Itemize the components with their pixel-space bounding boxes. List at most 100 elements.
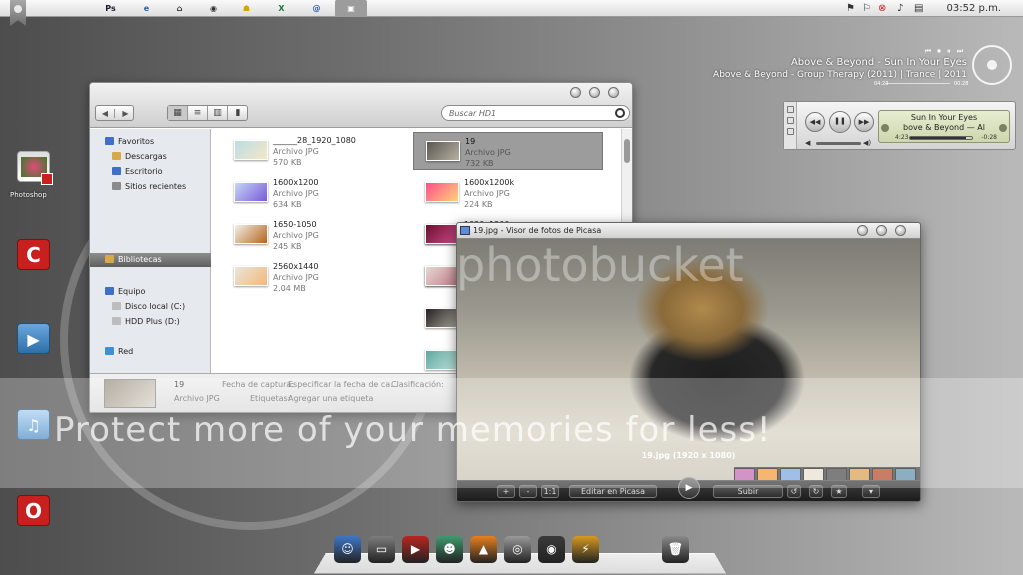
minimize-window-button[interactable] <box>570 87 581 98</box>
volume-slider[interactable] <box>816 142 861 145</box>
file-thumbnail <box>426 141 460 161</box>
scroll-thumb[interactable] <box>624 139 630 163</box>
now-playing-controls[interactable]: ⏮ ⏹ ⏸ ⏭ <box>925 47 965 56</box>
now-playing-elapsed: 04:23 <box>874 81 889 87</box>
sidebar-item-desktop[interactable]: Escritorio <box>112 167 163 176</box>
trash-dock-icon[interactable]: 🗑 <box>662 536 689 563</box>
file-size: 2.04 MB <box>273 284 306 293</box>
minimize-window-button[interactable] <box>857 225 868 236</box>
bookmark-tab-icon[interactable] <box>10 0 26 26</box>
excel-icon[interactable]: X <box>275 2 288 15</box>
computer-icon <box>105 287 114 295</box>
search-icon[interactable] <box>615 108 625 118</box>
file-item[interactable]: 2560x1440 Archivo JPG 2.04 MB <box>222 258 412 296</box>
now-playing-album: Above & Beyond - Group Therapy (2011) | … <box>713 70 967 80</box>
list-view-button[interactable]: ≡ <box>188 106 208 120</box>
hard-drive-icon <box>112 317 121 325</box>
library-icon <box>105 255 114 263</box>
file-kind: Archivo JPG <box>273 231 319 240</box>
sidebar-item-disk-d[interactable]: HDD Plus (D:) <box>112 317 180 326</box>
menu-bar: Ps e ⌂ ◉ ☗ X @ ▣ ⚑ ⚐ ⊗ ♪ ▤ 03:52 p.m. <box>0 0 1023 17</box>
next-button[interactable]: ▶▶ <box>854 112 874 132</box>
network-icon[interactable]: ⚐ <box>862 2 871 15</box>
minimize-icon[interactable] <box>787 117 794 124</box>
file-name: 2560x1440 <box>273 262 319 271</box>
chrome-icon[interactable]: ◉ <box>207 2 220 15</box>
file-size: 245 KB <box>273 242 302 251</box>
ccleaner-icon[interactable]: C <box>17 239 50 270</box>
youtube-dock-icon[interactable]: ▶ <box>402 536 429 563</box>
file-item[interactable]: ______28_1920_1080 Archivo JPG 570 KB <box>222 132 412 170</box>
back-button[interactable]: ◀ <box>96 109 115 118</box>
file-thumbnail <box>234 266 268 286</box>
mini-progress-bar[interactable] <box>909 136 973 140</box>
sidebar-item-computer[interactable]: Equipo <box>105 287 145 296</box>
mini-track-artist: bove & Beyond — Al <box>903 123 985 132</box>
search-input[interactable]: Buscar HD1 <box>441 105 630 121</box>
file-name: ______28_1920_1080 <box>273 136 356 145</box>
photoshop-icon[interactable]: Ps <box>104 2 117 15</box>
hdd-dock-icon[interactable]: ▭ <box>368 536 395 563</box>
photoshop-file-icon[interactable] <box>17 151 53 185</box>
close-window-button[interactable] <box>895 225 906 236</box>
mini-elapsed: 4:23 <box>895 134 909 141</box>
file-name: 1600x1200k <box>464 178 515 187</box>
email-icon[interactable]: @ <box>310 2 323 15</box>
desktop-icon <box>112 167 121 175</box>
maximize-window-button[interactable] <box>876 225 887 236</box>
close-icon[interactable] <box>787 106 794 113</box>
repeat-icon[interactable] <box>999 124 1007 132</box>
sidebar-item-recent[interactable]: Sitios recientes <box>112 182 186 191</box>
vinyl-disc-icon <box>972 45 1012 85</box>
finder-dock-icon[interactable]: ☺ <box>334 536 361 563</box>
flag-icon[interactable]: ⚑ <box>846 2 855 15</box>
file-thumbnail <box>425 350 459 370</box>
messenger-dock-icon[interactable]: ☻ <box>436 536 463 563</box>
icon-view-button[interactable]: ▦ <box>168 106 188 120</box>
pause-button[interactable]: ❚❚ <box>829 111 851 133</box>
ie-icon[interactable]: e <box>140 2 153 15</box>
star-icon <box>105 137 114 145</box>
chrome-dock-icon[interactable]: ◉ <box>538 536 565 563</box>
maximize-window-button[interactable] <box>589 87 600 98</box>
battery-icon[interactable]: ▤ <box>914 2 923 15</box>
zoom-icon[interactable] <box>787 128 794 135</box>
file-name: 19 <box>465 137 476 146</box>
winamp-dock-icon[interactable]: ⚡ <box>572 536 599 563</box>
file-thumbnail <box>234 140 268 160</box>
folder-icon <box>112 152 121 160</box>
picasa-app-icon <box>460 226 470 235</box>
security-icon[interactable]: ⊗ <box>878 2 886 15</box>
vlc-dock-icon[interactable]: ▲ <box>470 536 497 563</box>
aim-icon[interactable]: ☗ <box>240 2 253 15</box>
forward-button[interactable]: ▶ <box>116 109 135 118</box>
opera-icon[interactable]: O <box>17 495 50 526</box>
shuffle-icon[interactable] <box>881 124 889 132</box>
sidebar-item-favorites[interactable]: Favoritos <box>105 137 154 146</box>
picasa-tray-icon[interactable]: ▣ <box>335 0 367 17</box>
disk-utility-dock-icon[interactable]: ◎ <box>504 536 531 563</box>
file-thumbnail <box>425 182 459 202</box>
mini-track-title: Sun In Your Eyes <box>910 113 978 122</box>
media-player-icon[interactable]: ▶ <box>17 323 50 354</box>
file-item[interactable]: 1600x1200k Archivo JPG 224 KB <box>413 174 603 212</box>
sidebar-item-downloads[interactable]: Descargas <box>112 152 167 161</box>
file-kind: Archivo JPG <box>464 189 510 198</box>
column-view-button[interactable]: ▥ <box>208 106 228 120</box>
sidebar-item-network[interactable]: Red <box>105 347 133 356</box>
mini-progress-fill <box>910 137 966 139</box>
file-item[interactable]: 1600x1200 Archivo JPG 634 KB <box>222 174 412 212</box>
previous-button[interactable]: ◀◀ <box>805 112 825 132</box>
coverflow-view-button[interactable]: ▮ <box>228 106 248 120</box>
home-icon[interactable]: ⌂ <box>173 2 186 15</box>
sidebar-item-libraries[interactable]: Bibliotecas <box>105 255 162 264</box>
file-item[interactable]: 19 Archivo JPG 732 KB <box>413 132 603 170</box>
sidebar-item-disk-c[interactable]: Disco local (C:) <box>112 302 185 311</box>
file-thumbnail <box>425 308 459 328</box>
file-item[interactable]: 1650-1050 Archivo JPG 245 KB <box>222 216 412 254</box>
file-size: 570 KB <box>273 158 302 167</box>
back-forward-control: ◀ ▶ <box>95 105 134 121</box>
volume-icon[interactable]: ♪ <box>897 2 903 15</box>
close-window-button[interactable] <box>608 87 619 98</box>
hard-drive-icon <box>112 302 121 310</box>
